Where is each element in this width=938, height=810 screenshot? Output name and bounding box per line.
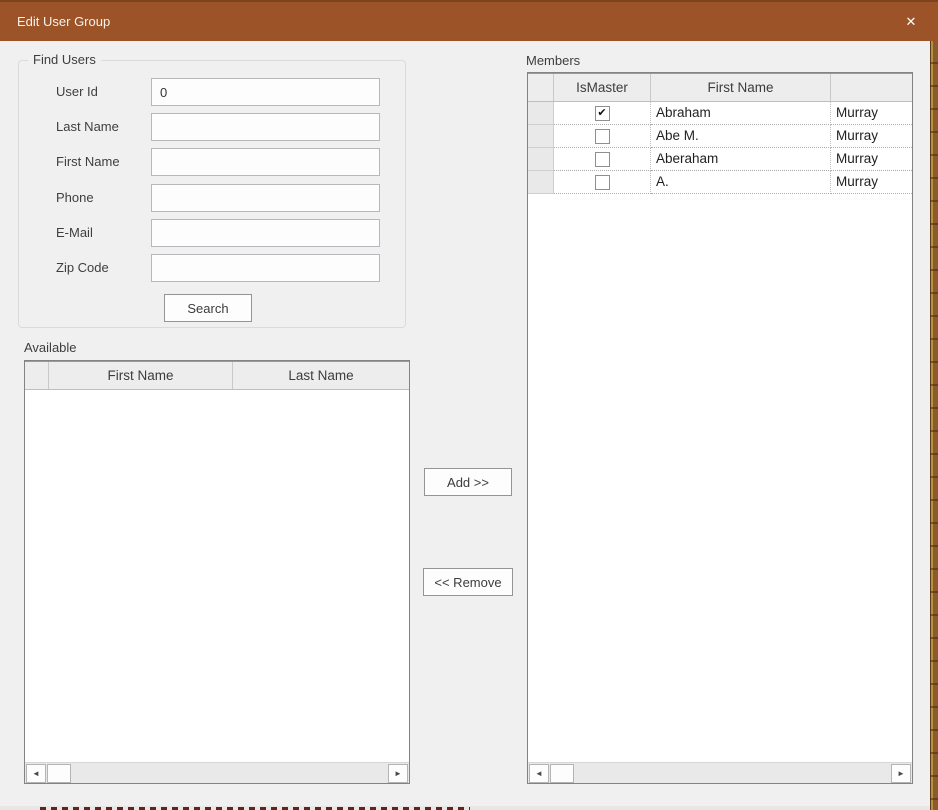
last-name-cell[interactable]: Murray [831, 171, 912, 194]
table-row[interactable]: A. Murray [528, 171, 912, 194]
members-last-name-header[interactable] [831, 74, 912, 101]
row-selector[interactable] [528, 125, 554, 148]
row-selector[interactable] [528, 148, 554, 171]
available-grid: First Name Last Name ◄ ► [24, 360, 410, 784]
close-icon[interactable]: ✕ [896, 2, 926, 41]
search-button[interactable]: Search [164, 294, 252, 322]
find-users-legend: Find Users [28, 52, 101, 67]
email-field[interactable] [151, 219, 380, 247]
scroll-left-arrow-icon[interactable]: ◄ [529, 764, 549, 783]
members-ismaster-header[interactable]: IsMaster [554, 74, 651, 101]
table-row[interactable]: Aberaham Murray [528, 148, 912, 171]
members-grid: IsMaster First Name ✔ Abraham Murray Abe… [527, 72, 913, 784]
members-grid-body[interactable]: ✔ Abraham Murray Abe M. Murray Aberaham [528, 102, 912, 762]
background-app-right-sliver [930, 41, 938, 810]
first-name-cell[interactable]: Aberaham [651, 148, 831, 171]
first-name-cell[interactable]: Abe M. [651, 125, 831, 148]
last-name-cell[interactable]: Murray [831, 125, 912, 148]
add-button[interactable]: Add >> [424, 468, 512, 496]
available-first-name-header[interactable]: First Name [49, 362, 233, 389]
ismaster-checkbox[interactable] [595, 152, 610, 167]
ismaster-checkbox[interactable] [595, 129, 610, 144]
email-label: E-Mail [56, 219, 93, 247]
find-users-groupbox: Find Users User Id Last Name First Name … [18, 60, 406, 328]
available-selector-header[interactable] [25, 362, 49, 389]
row-selector[interactable] [528, 171, 554, 194]
ismaster-cell[interactable] [554, 171, 651, 194]
members-grid-header: IsMaster First Name [528, 74, 912, 102]
first-name-cell[interactable]: Abraham [651, 102, 831, 125]
available-last-name-header[interactable]: Last Name [233, 362, 409, 389]
ismaster-cell[interactable]: ✔ [554, 102, 651, 125]
table-row[interactable]: Abe M. Murray [528, 125, 912, 148]
phone-field[interactable] [151, 184, 380, 212]
window-title: Edit User Group [17, 2, 110, 41]
available-h-scrollbar[interactable]: ◄ ► [25, 762, 409, 783]
zip-code-field[interactable] [151, 254, 380, 282]
available-label: Available [24, 340, 77, 355]
members-first-name-header[interactable]: First Name [651, 74, 831, 101]
row-selector[interactable] [528, 102, 554, 125]
user-id-field[interactable] [151, 78, 380, 106]
remove-button[interactable]: << Remove [423, 568, 513, 596]
scroll-right-arrow-icon[interactable]: ► [891, 764, 911, 783]
user-id-label: User Id [56, 78, 98, 106]
available-grid-header: First Name Last Name [25, 362, 409, 390]
members-scroll-thumb[interactable] [550, 764, 574, 783]
table-row[interactable]: ✔ Abraham Murray [528, 102, 912, 125]
last-name-cell[interactable]: Murray [831, 102, 912, 125]
title-bar: Edit User Group ✕ [0, 0, 938, 41]
first-name-label: First Name [56, 148, 120, 176]
scroll-right-arrow-icon[interactable]: ► [388, 764, 408, 783]
last-name-field[interactable] [151, 113, 380, 141]
scroll-left-arrow-icon[interactable]: ◄ [26, 764, 46, 783]
edit-user-group-dialog: Edit User Group ✕ Find Users User Id Las… [0, 0, 938, 810]
background-app-bottom-sliver [0, 806, 930, 810]
ismaster-cell[interactable] [554, 125, 651, 148]
first-name-field[interactable] [151, 148, 380, 176]
members-h-scrollbar[interactable]: ◄ ► [528, 762, 912, 783]
available-grid-body[interactable] [25, 390, 409, 762]
ismaster-checkbox[interactable] [595, 175, 610, 190]
zip-code-label: Zip Code [56, 254, 109, 282]
ismaster-checkbox[interactable]: ✔ [595, 106, 610, 121]
ismaster-cell[interactable] [554, 148, 651, 171]
available-scroll-thumb[interactable] [47, 764, 71, 783]
phone-label: Phone [56, 184, 94, 212]
last-name-cell[interactable]: Murray [831, 148, 912, 171]
first-name-cell[interactable]: A. [651, 171, 831, 194]
last-name-label: Last Name [56, 113, 119, 141]
members-label: Members [526, 53, 580, 68]
members-selector-header[interactable] [528, 74, 554, 101]
